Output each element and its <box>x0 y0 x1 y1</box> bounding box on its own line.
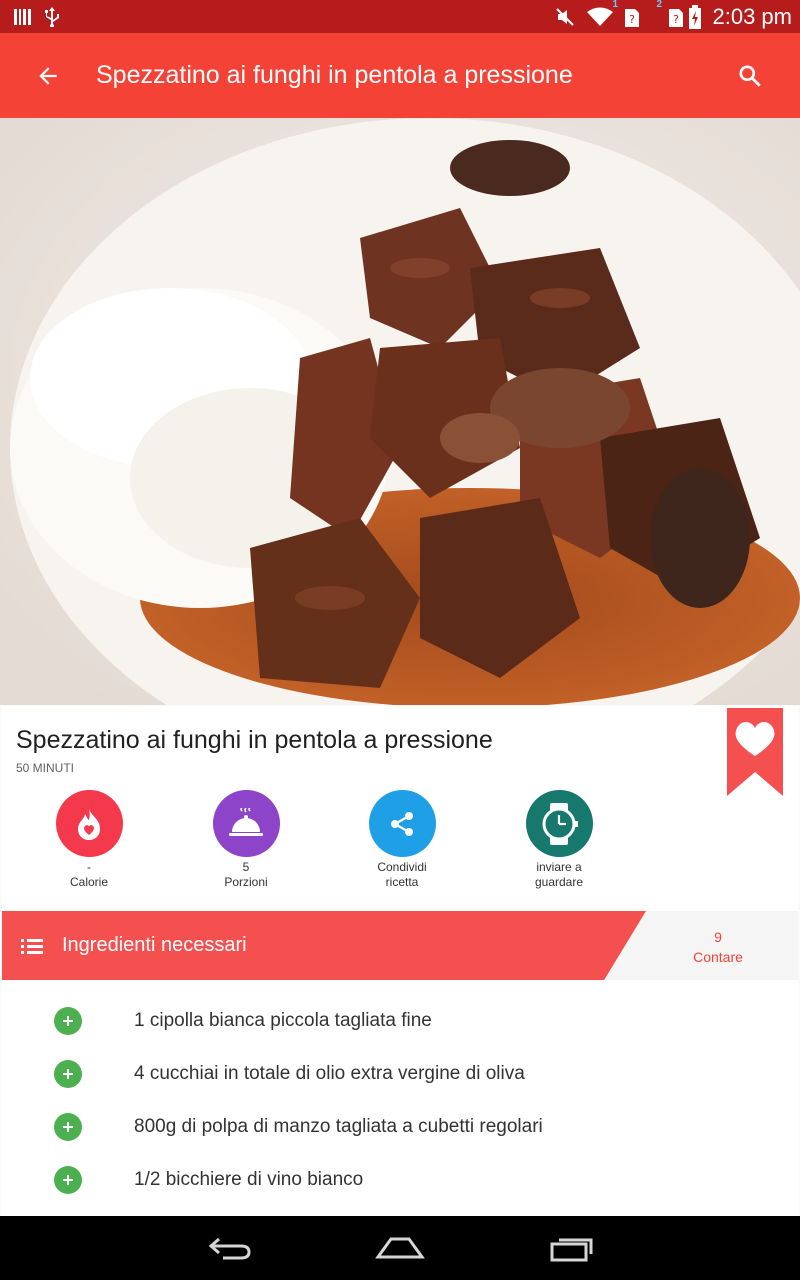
arrow-back-icon <box>39 66 57 85</box>
calories-action[interactable]: - Calorie <box>29 790 149 890</box>
plus-icon <box>63 1121 73 1132</box>
app-bar: Spezzatino ai funghi in pentola a pressi… <box>0 33 800 118</box>
ingredient-text: 4 cucchiai in totale di olio extra vergi… <box>134 1062 525 1084</box>
ingredients-header: Ingredienti necessari 9 Contare <box>2 911 798 980</box>
plus-icon <box>63 1174 73 1185</box>
sim2-label: 2 <box>656 0 663 10</box>
status-time: 2:03 pm <box>712 3 793 29</box>
heart-bookmark-icon <box>727 708 783 796</box>
page-title: Spezzatino ai funghi in pentola a pressi… <box>96 61 573 89</box>
list-icon <box>2 937 62 955</box>
ingredients-title: Ingredienti necessari <box>62 934 247 956</box>
add-ingredient-button[interactable] <box>54 1059 82 1088</box>
svg-text:?: ? <box>629 13 635 26</box>
sim-unknown-icon: 1 ? <box>613 0 639 27</box>
calories-label: Calorie <box>69 875 108 889</box>
calories-value: - <box>87 860 91 874</box>
list-item: 1/2 bicchiere di vino bianco <box>2 1153 798 1206</box>
ingredients-count-value: 9 <box>714 929 722 945</box>
barcode-icon <box>14 8 32 26</box>
nav-home-icon <box>375 1237 425 1259</box>
nav-recents-button[interactable] <box>522 1216 622 1280</box>
add-ingredient-button[interactable] <box>54 1165 82 1194</box>
wifi-icon <box>586 7 613 27</box>
servings-action[interactable]: 5 Porzioni <box>186 790 306 890</box>
list-item: 1 cipolla bianca piccola tagliata fine <box>2 994 798 1047</box>
status-bar: 1 ? 2 ? 2:03 pm <box>0 0 800 33</box>
share-recipe-action[interactable]: Condividi ricetta <box>342 790 462 890</box>
ingredients-title-bar: Ingredienti necessari <box>2 911 646 980</box>
favorite-bookmark-button[interactable] <box>727 708 783 796</box>
list-item: 4 cucchiai in totale di olio extra vergi… <box>2 1047 798 1100</box>
battery-charging-icon <box>688 4 701 29</box>
share-label: Condividi ricetta <box>377 860 427 889</box>
ingredient-text: 1/2 bicchiere di vino bianco <box>134 1168 364 1190</box>
watch-circle <box>525 790 593 857</box>
add-ingredient-button[interactable] <box>54 1006 82 1035</box>
search-icon <box>739 64 761 87</box>
sim-unknown-icon: 2 ? <box>657 0 683 27</box>
servings-value: 5 <box>242 860 250 874</box>
system-nav-bar <box>0 1216 800 1280</box>
cloche-icon <box>229 807 263 836</box>
plus-icon <box>63 1068 73 1079</box>
sim1-label: 1 <box>612 0 619 10</box>
recipe-card: Spezzatino ai funghi in pentola a pressi… <box>2 706 798 911</box>
send-to-watch-action[interactable]: inviare a guardare <box>499 790 619 890</box>
servings-label: Porzioni <box>224 875 268 889</box>
ingredients-list: 1 cipolla bianca piccola tagliata fine 4… <box>2 980 798 1216</box>
plus-icon <box>63 1015 73 1026</box>
add-ingredient-button[interactable] <box>54 1112 82 1141</box>
servings-circle <box>212 790 280 857</box>
recipe-time: 50 MINUTI <box>16 761 75 775</box>
search-button[interactable] <box>700 33 800 118</box>
ingredients-count: 9 Contare <box>646 927 790 967</box>
watch-icon <box>542 802 578 845</box>
share-icon <box>391 811 413 836</box>
usb-icon <box>44 6 60 27</box>
watch-label: inviare a guardare <box>534 860 584 889</box>
share-circle <box>368 790 436 857</box>
ingredients-count-label: Contare <box>693 949 743 965</box>
nav-home-button[interactable] <box>350 1216 450 1280</box>
nav-recents-icon <box>550 1238 593 1262</box>
ingredient-text: 800g di polpa di manzo tagliata a cubett… <box>134 1115 543 1137</box>
list-item: 800g di polpa di manzo tagliata a cubett… <box>2 1100 798 1153</box>
flame-heart-icon <box>78 808 100 840</box>
nav-back-icon <box>208 1237 251 1260</box>
recipe-title: Spezzatino ai funghi in pentola a pressi… <box>16 726 493 754</box>
recipe-photo <box>0 118 800 705</box>
recipe-actions: - Calorie 5 Porzioni Condividi ricetta i… <box>2 790 642 900</box>
calories-circle <box>55 790 123 857</box>
ingredient-text: 1 cipolla bianca piccola tagliata fine <box>134 1009 432 1031</box>
nav-back-button[interactable] <box>180 1216 280 1280</box>
back-button[interactable] <box>0 33 96 118</box>
svg-text:?: ? <box>673 13 679 26</box>
mute-icon <box>555 7 575 27</box>
